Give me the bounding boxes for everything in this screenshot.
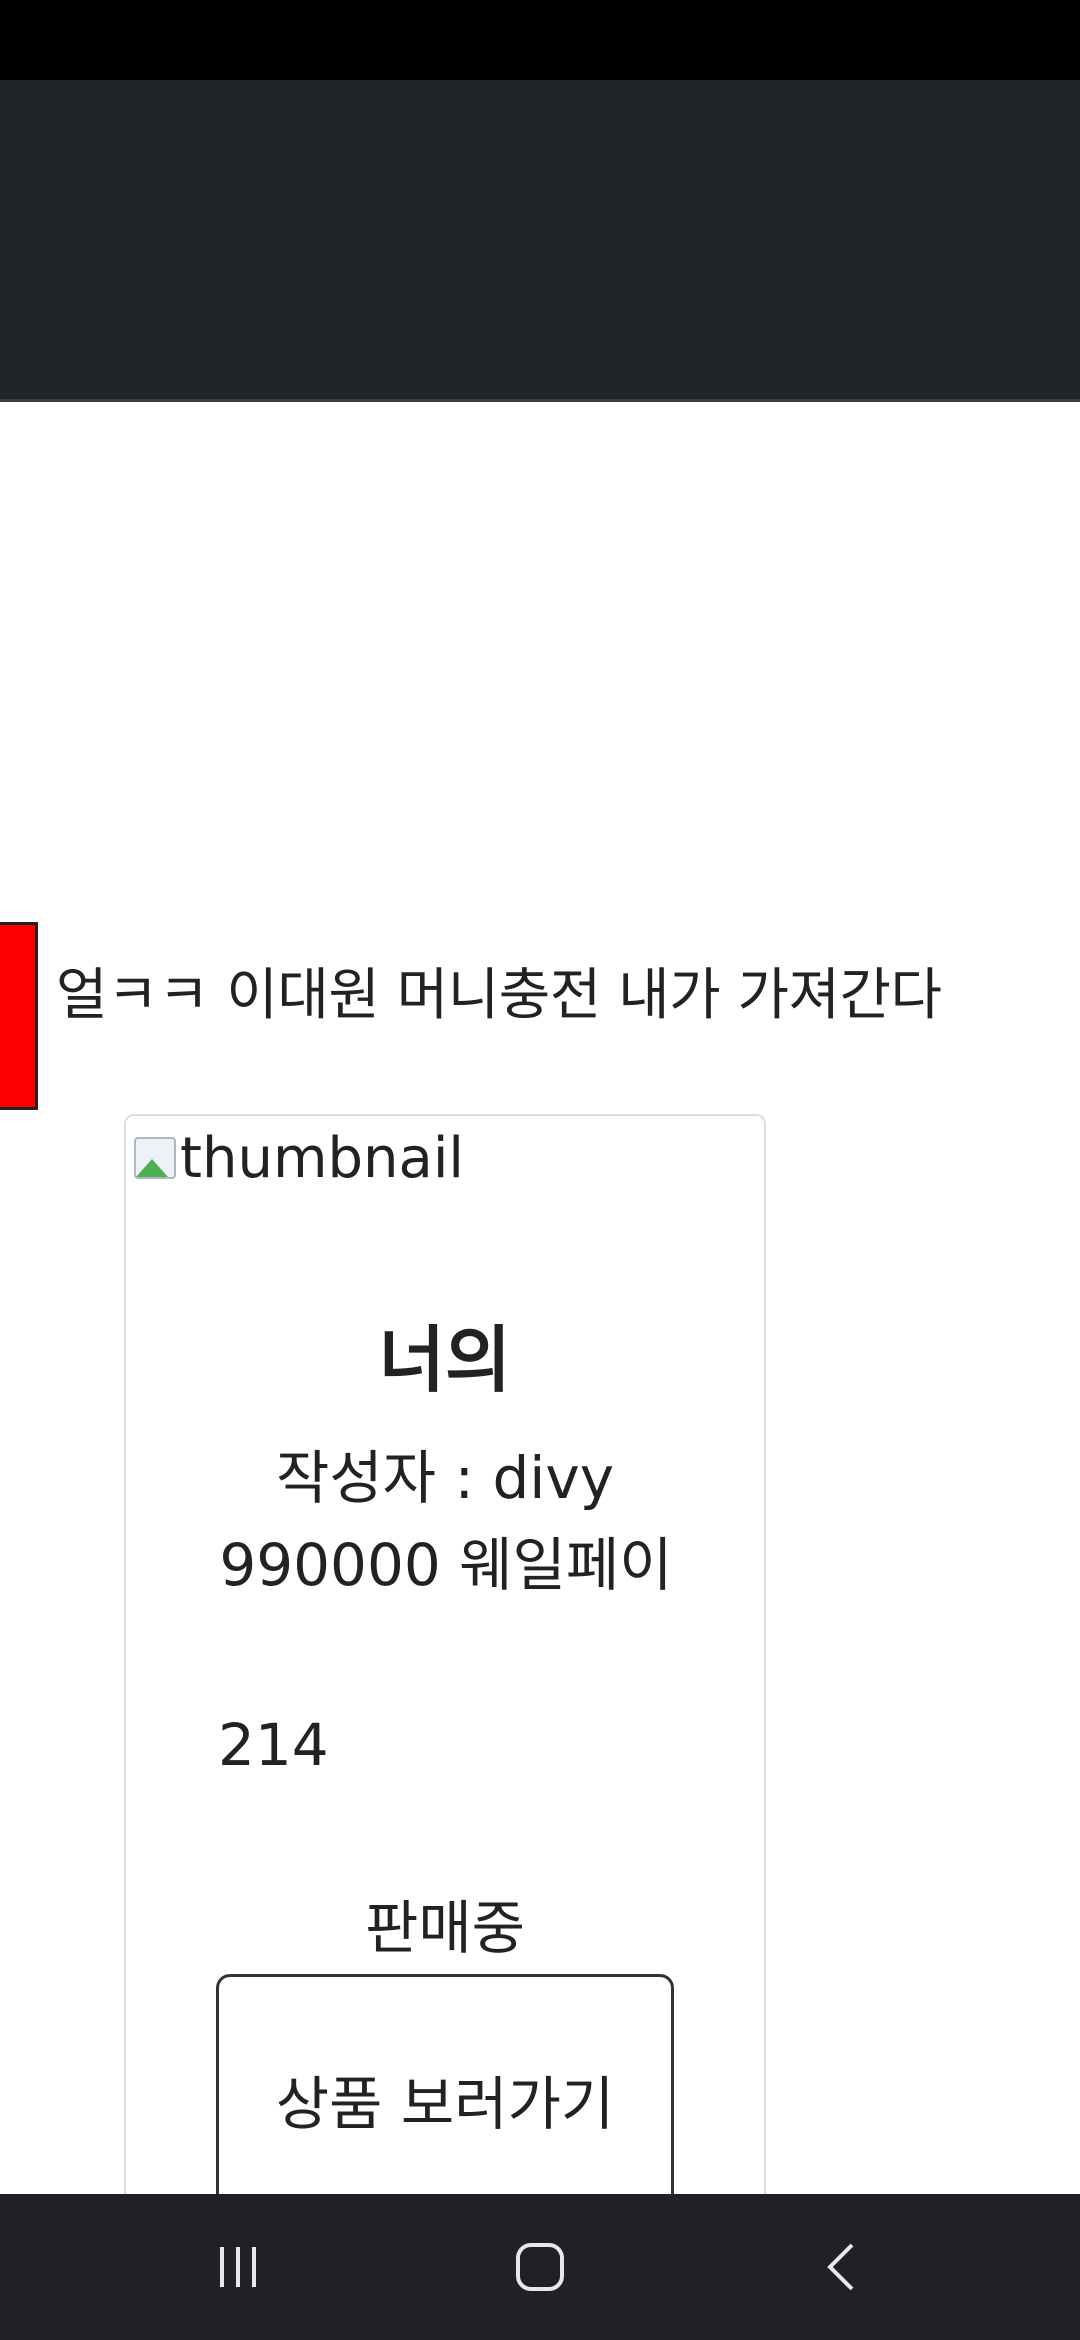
back-button[interactable] xyxy=(762,2194,922,2340)
product-card[interactable]: thumbnail 너의 작성자 : divy 990000 웨일페이 214 … xyxy=(124,1114,766,2194)
banner-text: 얼ㅋㅋ 이대원 머니충전 내가 가져간다 xyxy=(56,963,942,1028)
card-body: 너의 작성자 : divy 990000 웨일페이 214 판매중 상품 보러가… xyxy=(126,1116,764,2194)
app-header xyxy=(0,80,1080,402)
back-icon xyxy=(827,2243,854,2291)
view-product-button[interactable]: 상품 보러가기 xyxy=(216,1974,674,2194)
home-icon xyxy=(516,2243,564,2291)
recent-apps-icon xyxy=(220,2247,256,2287)
product-author: 작성자 : divy xyxy=(275,1444,615,1512)
system-navigation-bar xyxy=(0,2194,1080,2340)
status-bar xyxy=(0,0,1080,80)
product-title: 너의 xyxy=(378,1318,512,1402)
product-count: 214 xyxy=(218,1711,329,1779)
main-content: 얼ㅋㅋ 이대원 머니충전 내가 가져간다 thumbnail 너의 작성자 : … xyxy=(0,402,1080,2194)
recent-apps-button[interactable] xyxy=(158,2194,318,2340)
product-price: 990000 웨일페이 xyxy=(219,1531,673,1599)
red-banner-marker xyxy=(0,922,38,1110)
product-status: 판매중 xyxy=(364,1894,526,1962)
home-button[interactable] xyxy=(460,2194,620,2340)
